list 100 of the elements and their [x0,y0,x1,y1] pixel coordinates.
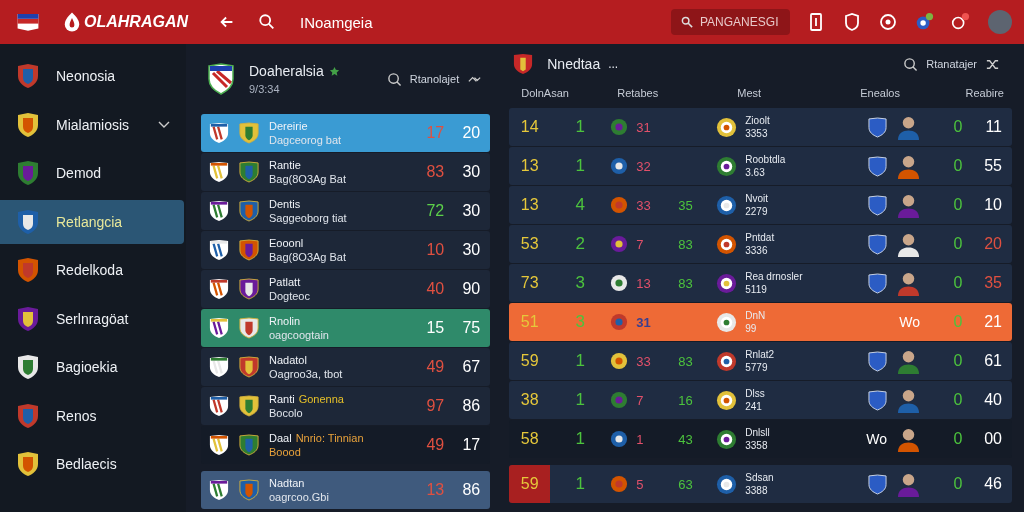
table-row[interactable]: 53 2 7 83 Pntdat 3336 0 20 [509,225,1012,263]
score: 97 [425,397,445,415]
goals-cell: 83 [678,275,693,291]
ball-icon[interactable] [878,12,898,32]
search-icon[interactable] [903,56,919,72]
team-name: Zioolt [745,115,770,126]
badge-icon [716,233,738,255]
position-cell-text: 1 [574,351,586,371]
table-row[interactable]: 13 4 33 35 Nvoit 2279 0 10 [509,186,1012,224]
column-header[interactable]: Retabes [617,87,738,99]
crest-icon [209,356,229,378]
table-row[interactable]: 14 1 31 Zioolt 3353 0 11 [509,108,1012,146]
table-row[interactable]: 38 1 7 16 Dlss 241 0 40 [509,381,1012,419]
search-icon [258,13,276,31]
notification-icon[interactable] [950,12,970,32]
table-row[interactable]: 73 3 13 83 Rea drnosler 5119 0 35 [509,264,1012,302]
badge-icon [610,352,629,370]
match-title: Patlatt [269,276,301,288]
points-cell-text: 20 [983,235,1002,253]
match-subtitle: Saggeoborg tiat [269,212,348,224]
match-row[interactable]: Ranti Gonenna Bocolo 97 86 [201,387,491,425]
team-name: Dlss [745,388,765,399]
total: 86 [461,397,481,415]
form-cell-text: 31 [636,314,652,330]
person-silhouette-icon [897,270,920,296]
sidebar-item[interactable]: Bedlaecis [0,442,184,486]
sidebar-item[interactable]: Retlangcia [0,199,184,244]
match-row[interactable]: Nadtan oagrcoo.Gbi 13 86 [201,471,491,509]
goals-cell: 63 [678,476,693,492]
position-cell-text: 1 [574,156,586,176]
team-name: Rnlat2 [745,349,775,360]
score: 40 [425,280,445,298]
team-code: 241 [745,401,763,412]
rank-cell-text: 13 [519,195,540,215]
match-row[interactable]: Rnolin oagcoogtain 15 75 [201,309,491,347]
match-subtitle: Oagroo3a, tbot [269,368,344,380]
form-cell-text: 31 [636,119,652,135]
team-name: DnN [745,310,766,321]
table-row[interactable]: 59 1 33 83 Rnlat2 5779 0 61 [509,342,1012,380]
match-title: Nadtan [269,477,305,489]
team-name: Dnlsll [745,427,770,438]
match-row[interactable]: Nadatol Oagroo3a, tbot 49 67 [201,348,491,386]
search-field[interactable]: PANGANESGI [671,9,790,35]
rank-cell-text: 38 [519,390,540,410]
draw-cell-text: 0 [952,157,964,175]
filter-label[interactable]: Rtanatajer [926,58,977,70]
chevron-down-icon[interactable] [158,120,170,129]
rank-cell-text: 14 [519,117,540,137]
points-cell-text: 55 [983,157,1002,175]
form-cell-text: 32 [636,158,652,174]
crest-icon [239,239,259,261]
column-header[interactable]: Enealos [845,87,960,99]
more-button[interactable]: ... [608,57,619,71]
crest-icon [209,239,229,261]
sidebar-item[interactable]: Bagioekia [0,345,184,389]
star-icon[interactable] [328,65,340,77]
match-row[interactable]: Dentis Saggeoborg tiat 72 30 [201,192,491,230]
match-row[interactable]: Rantie Bag(8O3Ag Bat 83 30 [201,153,491,191]
person-silhouette-icon [897,192,920,218]
match-row[interactable]: Patlatt Dogteoc 40 90 [201,270,491,308]
team-code: 99 [745,323,758,334]
match-subtitle: Bag(8O3Ag Bat [269,173,348,185]
logo-text: OLAHRAGAN [84,13,188,31]
match-row[interactable]: Eooonl Bag(8O3Ag Bat 10 30 [201,231,491,269]
crest-icon [513,53,534,75]
rank-cell-text: 13 [519,156,540,176]
side-label: Wo [866,431,887,447]
badge-icon [610,274,629,292]
position-cell-text: 1 [574,390,586,410]
team-name: Pntdat [745,232,775,243]
sidebar-item[interactable]: Serlnragöat [0,296,184,341]
sidebar-item[interactable]: Demod [0,151,184,195]
crest-icon [209,479,229,501]
draw-cell-text: 0 [952,430,964,448]
form-cell-text: 33 [636,197,652,213]
search-icon[interactable] [386,71,402,87]
column-header[interactable]: Mest [737,87,846,99]
match-title: Ranti [269,393,295,405]
search-input[interactable]: PANGANESGI [700,15,780,29]
filter-label[interactable]: Rtanolajet [409,73,460,85]
total: 90 [461,280,481,298]
sidebar-item[interactable]: Mialamiosis [0,102,184,147]
person-silhouette-icon [897,348,920,374]
match-title: Rantie [269,159,301,171]
shield-icon [868,473,887,495]
crest-icon [16,354,40,380]
column-header[interactable]: Reabire [960,87,1004,99]
team-name: Sdsan [745,472,774,483]
trophy-icon[interactable] [914,12,934,32]
table-row[interactable]: 59 1 5 63 Sdsan 3388 0 46 [509,465,1012,503]
sidebar-item[interactable]: Neonosia [0,54,184,98]
match-title: Dereirie [269,120,308,132]
sidebar-item[interactable]: Redelkoda [0,248,184,292]
rank-cell-text: 59 [519,351,540,371]
score: 17 [425,124,445,142]
table-row[interactable]: 13 1 32 Roobtdla 3.63 0 55 [509,147,1012,185]
column-header[interactable]: DolnAsan [521,87,618,99]
shield-icon[interactable] [842,12,862,32]
sidebar-item[interactable]: Renos [0,393,184,438]
draw-cell-text: 0 [952,391,964,409]
